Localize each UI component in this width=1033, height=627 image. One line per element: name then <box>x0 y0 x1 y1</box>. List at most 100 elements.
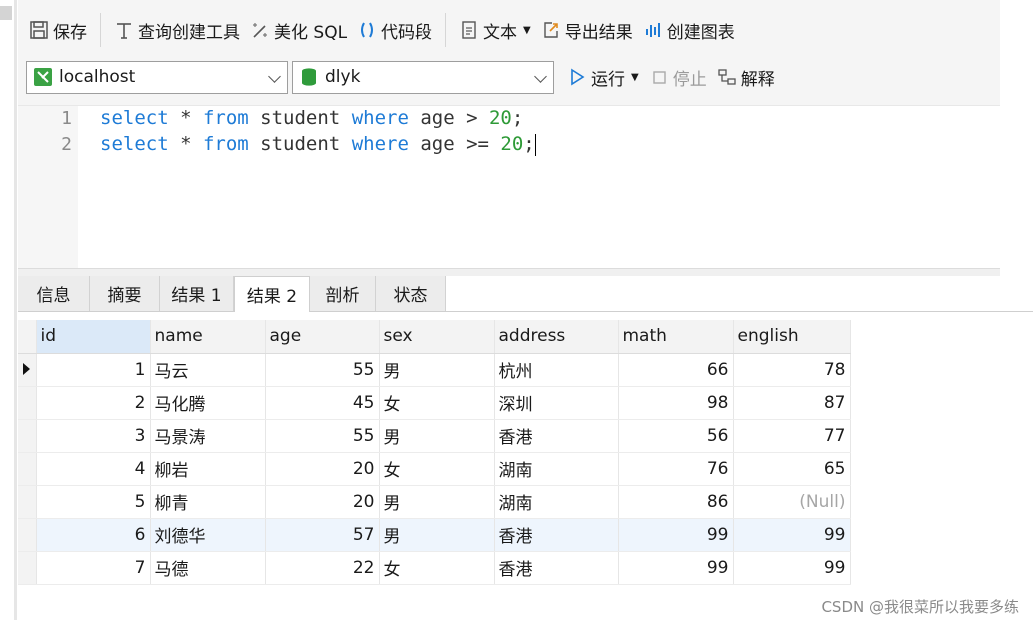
cell-address[interactable]: 湖南 <box>494 452 619 486</box>
cell-math[interactable]: 66 <box>618 353 734 387</box>
save-button[interactable]: 保存 <box>24 13 92 47</box>
cell-math[interactable]: 98 <box>618 386 734 420</box>
cell-id[interactable]: 2 <box>36 386 151 420</box>
bar-chart-icon <box>643 20 663 40</box>
cell-english[interactable]: 87 <box>733 386 851 420</box>
line-number: 1 <box>61 108 72 129</box>
cell-sex[interactable]: 男 <box>379 353 495 387</box>
cell-name[interactable]: 柳青 <box>150 485 266 519</box>
tab-profile[interactable]: 剖析 <box>310 276 376 311</box>
cell-age[interactable]: 22 <box>265 551 380 585</box>
cell-name[interactable]: 刘德华 <box>150 518 266 552</box>
beautify-sql-button[interactable]: 美化 SQL <box>245 13 352 47</box>
sql-editor[interactable]: 1 2 select * from student where age > 20… <box>18 106 1000 268</box>
table-row[interactable]: 2 马化腾 45 女 深圳 98 87 <box>18 386 851 420</box>
tab-info[interactable]: 信息 <box>18 276 90 311</box>
connection-select[interactable]: localhost <box>26 60 288 94</box>
cell-age[interactable]: 20 <box>265 452 380 486</box>
code-snippet-button[interactable]: 代码段 <box>352 13 437 47</box>
column-header-english[interactable]: english <box>733 320 851 354</box>
cell-address[interactable]: 湖南 <box>494 485 619 519</box>
table-row[interactable]: 5 柳青 20 男 湖南 86 (Null) <box>18 485 851 519</box>
cell-id[interactable]: 1 <box>36 353 151 387</box>
row-header <box>18 518 37 552</box>
connection-value: localhost <box>59 67 136 87</box>
run-button[interactable]: 运行 ▼ <box>562 60 644 94</box>
text-caret <box>534 133 536 156</box>
cell-name[interactable]: 马景涛 <box>150 419 266 453</box>
export-results-label: 导出结果 <box>564 22 633 43</box>
create-chart-button[interactable]: 创建图表 <box>638 13 740 47</box>
cell-english[interactable]: 99 <box>733 551 851 585</box>
tab-summary[interactable]: 摘要 <box>90 276 160 311</box>
table-row[interactable]: 4 柳岩 20 女 湖南 76 65 <box>18 452 851 486</box>
code-snippet-label: 代码段 <box>381 22 433 43</box>
stop-button[interactable]: 停止 <box>644 60 712 94</box>
cell-sex[interactable]: 男 <box>379 518 495 552</box>
table-row[interactable]: 7 马德 22 女 香港 99 99 <box>18 551 851 585</box>
cell-english-null[interactable]: (Null) <box>733 485 851 519</box>
cell-english[interactable]: 65 <box>733 452 851 486</box>
cell-english[interactable]: 78 <box>733 353 851 387</box>
cell-name[interactable]: 马德 <box>150 551 266 585</box>
cell-name[interactable]: 柳岩 <box>150 452 266 486</box>
cell-math[interactable]: 99 <box>618 518 734 552</box>
row-header-corner <box>18 320 37 354</box>
column-header-sex[interactable]: sex <box>379 320 495 354</box>
cell-math[interactable]: 99 <box>618 551 734 585</box>
column-header-id[interactable]: id <box>36 320 151 354</box>
braces-icon <box>357 20 377 40</box>
cell-address[interactable]: 香港 <box>494 419 619 453</box>
chevron-down-icon <box>534 69 547 83</box>
cell-math[interactable]: 76 <box>618 452 734 486</box>
cell-id[interactable]: 3 <box>36 419 151 453</box>
cell-address[interactable]: 香港 <box>494 518 619 552</box>
column-header-name[interactable]: name <box>150 320 266 354</box>
tab-result-1[interactable]: 结果 1 <box>160 276 234 311</box>
cell-address[interactable]: 深圳 <box>494 386 619 420</box>
database-select[interactable]: dlyk <box>292 60 554 94</box>
query-builder-label: 查询创建工具 <box>138 22 240 43</box>
column-header-math[interactable]: math <box>618 320 734 354</box>
cell-age[interactable]: 45 <box>265 386 380 420</box>
chevron-down-icon <box>268 69 281 83</box>
cell-english[interactable]: 99 <box>733 518 851 552</box>
tab-status[interactable]: 状态 <box>376 276 446 311</box>
text-mode-button[interactable]: 文本 ▼ <box>454 13 536 47</box>
cell-sex[interactable]: 女 <box>379 452 495 486</box>
cell-id[interactable]: 6 <box>36 518 151 552</box>
cell-name[interactable]: 马云 <box>150 353 266 387</box>
cell-sex[interactable]: 男 <box>379 485 495 519</box>
table-row[interactable]: 6 刘德华 57 男 香港 99 99 <box>18 518 851 552</box>
cell-address[interactable]: 香港 <box>494 551 619 585</box>
column-header-age[interactable]: age <box>265 320 380 354</box>
cell-name[interactable]: 马化腾 <box>150 386 266 420</box>
column-header-address[interactable]: address <box>494 320 619 354</box>
cell-age[interactable]: 55 <box>265 419 380 453</box>
table-row[interactable]: 1 马云 55 男 杭州 66 78 <box>18 353 851 387</box>
code-line[interactable]: select * from student where age >= 20; <box>100 133 536 156</box>
cell-age[interactable]: 57 <box>265 518 380 552</box>
cell-age[interactable]: 55 <box>265 353 380 387</box>
toolbar-separator <box>445 13 447 47</box>
query-builder-button[interactable]: 查询创建工具 <box>109 13 245 47</box>
cell-id[interactable]: 4 <box>36 452 151 486</box>
cell-age[interactable]: 20 <box>265 485 380 519</box>
cell-english[interactable]: 77 <box>733 419 851 453</box>
cell-id[interactable]: 5 <box>36 485 151 519</box>
panel-tab[interactable] <box>0 6 12 20</box>
cell-math[interactable]: 56 <box>618 419 734 453</box>
code-line[interactable]: select * from student where age > 20; <box>100 107 523 129</box>
cell-sex[interactable]: 女 <box>379 551 495 585</box>
explain-button[interactable]: 解释 <box>712 60 780 94</box>
export-results-button[interactable]: 导出结果 <box>536 13 638 47</box>
table-row[interactable]: 3 马景涛 55 男 香港 56 77 <box>18 419 851 453</box>
explain-label: 解释 <box>740 69 775 90</box>
tab-result-2[interactable]: 结果 2 <box>234 276 310 312</box>
cell-sex[interactable]: 女 <box>379 386 495 420</box>
cell-math[interactable]: 86 <box>618 485 734 519</box>
cell-address[interactable]: 杭州 <box>494 353 619 387</box>
cell-sex[interactable]: 男 <box>379 419 495 453</box>
row-header <box>18 452 37 486</box>
cell-id[interactable]: 7 <box>36 551 151 585</box>
